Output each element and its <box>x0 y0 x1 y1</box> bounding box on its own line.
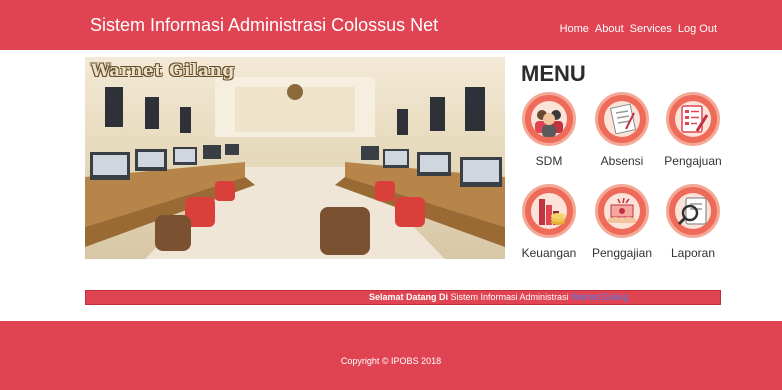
menu-label-sdm: SDM <box>535 154 563 168</box>
menu-item-penggajian[interactable]: Penggajian <box>587 184 657 260</box>
warnet-logo: Warnet Gilang <box>91 61 235 81</box>
menu-item-keuangan[interactable]: Keuangan <box>514 184 584 260</box>
people-icon[interactable] <box>522 92 576 146</box>
form-pen-icon[interactable] <box>666 92 720 146</box>
attendance-document-icon[interactable] <box>595 92 649 146</box>
menu-item-sdm[interactable]: SDM <box>514 92 584 168</box>
menu-item-pengajuan[interactable]: Pengajuan <box>658 92 728 168</box>
welcome-text: Sistem Informasi Administrasi <box>448 292 572 302</box>
nav-services[interactable]: Services <box>630 23 672 35</box>
menu-label-pengajuan: Pengajuan <box>664 154 722 168</box>
hero-image-internet-cafe: Warnet Gilang <box>85 57 505 259</box>
menu-label-penggajian: Penggajian <box>591 246 653 260</box>
welcome-bold: Selamat Datang Di <box>369 292 449 302</box>
welcome-link[interactable]: Warnet Gilang <box>571 292 628 302</box>
menu-item-laporan[interactable]: Laporan <box>658 184 728 260</box>
welcome-bar: Selamat Datang Di Sistem Informasi Admin… <box>85 290 721 305</box>
report-magnifier-icon[interactable] <box>666 184 720 238</box>
top-navbar: Sistem Informasi Administrasi Colossus N… <box>0 0 782 50</box>
footer: Copyright © IPOBS 2018 <box>0 321 782 390</box>
menu-label-keuangan: Keuangan <box>521 246 577 260</box>
nav-about[interactable]: About <box>595 23 624 35</box>
nav-home[interactable]: Home <box>560 23 589 35</box>
coins-chart-icon[interactable] <box>522 184 576 238</box>
menu-heading: MENU <box>521 61 586 86</box>
nav-menu: Home About Services Log Out <box>560 23 717 35</box>
menu-item-absensi[interactable]: Absensi <box>587 92 657 168</box>
cafe-illustration <box>85 77 505 259</box>
copyright-text: Copyright © IPOBS 2018 <box>340 356 442 366</box>
menu-label-absensi: Absensi <box>600 154 644 168</box>
menu-label-laporan: Laporan <box>670 246 716 260</box>
site-title[interactable]: Sistem Informasi Administrasi Colossus N… <box>90 15 438 36</box>
cash-hand-icon[interactable] <box>595 184 649 238</box>
nav-logout[interactable]: Log Out <box>678 23 717 35</box>
